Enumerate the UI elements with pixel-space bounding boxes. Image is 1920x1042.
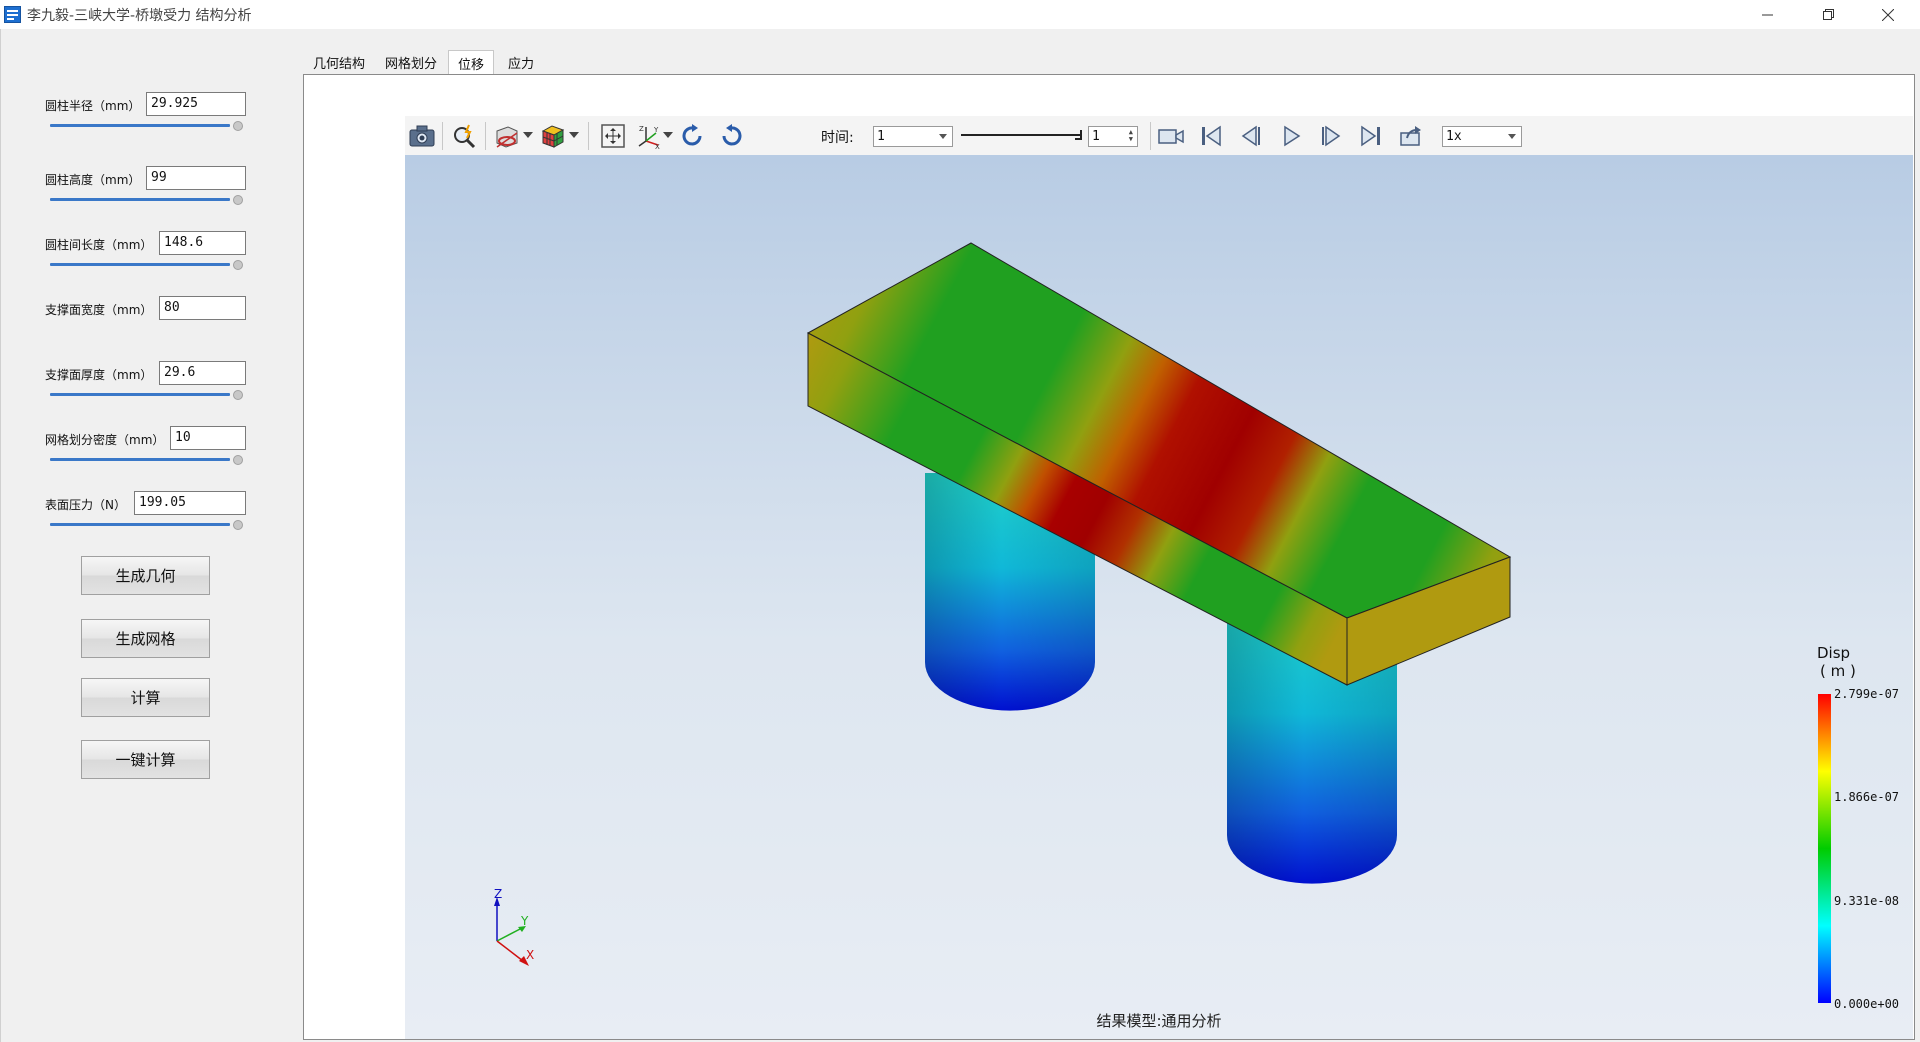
colorbar-gradient	[1818, 694, 1831, 1003]
surface-pressure-slider[interactable]	[50, 518, 243, 532]
minimize-icon	[1762, 14, 1773, 15]
slider-handle[interactable]	[233, 520, 243, 530]
title-bar: 李九毅-三峡大学-桥墩受力 结构分析	[0, 0, 1920, 29]
color-map-icon[interactable]	[539, 122, 567, 150]
frame-spinbox[interactable]: 1 ▲ ▼	[1088, 126, 1138, 147]
column-spacing-slider[interactable]	[50, 258, 243, 272]
record-video-icon[interactable]	[1157, 122, 1185, 150]
rotate-cw-icon[interactable]	[679, 122, 707, 150]
slider-handle[interactable]	[233, 390, 243, 400]
color-map-dropdown-icon[interactable]	[569, 132, 579, 138]
colorbar-tick-min: 0.000e+00	[1834, 997, 1900, 1011]
tab-displacement[interactable]: 位移	[448, 50, 494, 75]
fit-view-icon[interactable]	[599, 122, 627, 150]
displacement-model: Z Y X	[494, 242, 1831, 1003]
bridge-deck	[806, 242, 1512, 686]
colorbar-title: Disp	[1817, 644, 1851, 662]
compute-button[interactable]: 计算	[81, 678, 210, 717]
slider-handle[interactable]	[233, 260, 243, 270]
time-select-value: 1	[877, 129, 885, 144]
tab-mesh[interactable]: 网格划分	[380, 50, 442, 75]
param-label-deck-width: 支撑面宽度（mm）	[45, 303, 153, 317]
svg-text:Z: Z	[639, 125, 644, 133]
restore-icon	[1823, 8, 1834, 20]
next-frame-icon[interactable]	[1317, 122, 1345, 150]
slider-handle[interactable]	[233, 195, 243, 205]
mesh-density-input[interactable]: 10	[170, 426, 246, 450]
time-label: 时间:	[821, 130, 854, 146]
param-label-deck-thickness: 支撑面厚度（mm）	[45, 368, 153, 382]
one-click-compute-button[interactable]: 一键计算	[81, 740, 210, 779]
playback-speed-select[interactable]: 1x	[1442, 126, 1522, 147]
tab-geometry[interactable]: 几何结构	[308, 50, 370, 75]
spin-arrows-icon[interactable]: ▲ ▼	[1129, 129, 1133, 143]
param-label-column-radius: 圆柱半径（mm）	[45, 99, 141, 113]
axes-icon[interactable]: Z Y X	[635, 122, 663, 150]
surface-pressure-input[interactable]: 199.05	[134, 491, 246, 515]
param-label-mesh-density: 网格划分密度（mm）	[45, 433, 165, 447]
svg-text:X: X	[655, 143, 660, 149]
time-select[interactable]: 1	[873, 126, 953, 147]
restore-button[interactable]	[1806, 0, 1852, 29]
3d-viewport[interactable]: Z Y X Disp ( m ) 2.799e-07 1.866e-07 9.3…	[405, 155, 1913, 1039]
generate-mesh-button[interactable]: 生成网格	[81, 619, 210, 658]
close-icon	[1882, 8, 1894, 21]
camera-icon[interactable]	[408, 122, 436, 150]
play-icon[interactable]	[1277, 122, 1305, 150]
column-spacing-input[interactable]: 148.6	[159, 231, 246, 255]
deck-thickness-slider[interactable]	[50, 388, 243, 402]
playback-speed-value: 1x	[1446, 129, 1462, 144]
close-button[interactable]	[1865, 0, 1911, 29]
generate-geometry-button[interactable]: 生成几何	[81, 556, 210, 595]
time-slider[interactable]	[961, 128, 1086, 144]
param-label-column-height: 圆柱高度（mm）	[45, 173, 141, 187]
colorbar-tick-max: 2.799e-07	[1834, 687, 1900, 701]
column-radius-slider[interactable]	[50, 119, 243, 133]
colorbar-unit: ( m )	[1820, 662, 1856, 680]
axis-z-label: Z	[494, 887, 502, 901]
prev-frame-icon[interactable]	[1237, 122, 1265, 150]
clip-dropdown-icon[interactable]	[523, 132, 533, 138]
time-slider-handle[interactable]	[1075, 130, 1082, 140]
column-height-input[interactable]: 99	[146, 166, 246, 190]
export-icon[interactable]	[1397, 122, 1425, 150]
minimize-button[interactable]	[1745, 0, 1791, 29]
column-radius-input[interactable]: 29.925	[146, 92, 246, 116]
viewer-toolbar: Z Y X 时间: 1 1 ▲ ▼ 1x	[405, 116, 1913, 156]
clip-plane-icon[interactable]	[493, 122, 521, 150]
frame-spinbox-value: 1	[1092, 129, 1100, 144]
chevron-down-icon	[939, 134, 947, 139]
chevron-down-icon	[1508, 134, 1516, 139]
param-label-column-spacing: 圆柱间长度（mm）	[45, 238, 153, 252]
mesh-density-slider[interactable]	[50, 453, 243, 467]
rotate-ccw-icon[interactable]	[717, 122, 745, 150]
colorbar-tick-2: 1.866e-07	[1834, 790, 1900, 804]
app-icon	[4, 6, 21, 23]
svg-text:Y: Y	[653, 126, 659, 134]
axis-x-label: X	[526, 948, 534, 962]
param-label-surface-pressure: 表面压力（N）	[45, 498, 126, 512]
axis-triad: Z Y X	[494, 887, 534, 966]
tab-stress[interactable]: 应力	[500, 50, 542, 75]
last-frame-icon[interactable]	[1357, 122, 1385, 150]
column-height-slider[interactable]	[50, 193, 243, 207]
colorbar-tick-3: 9.331e-08	[1834, 894, 1900, 908]
window-title: 李九毅-三峡大学-桥墩受力 结构分析	[27, 8, 252, 24]
result-model-caption: 结果模型:通用分析	[1096, 1012, 1222, 1030]
deck-width-input[interactable]: 80	[159, 296, 246, 320]
axes-dropdown-icon[interactable]	[663, 132, 673, 138]
slider-handle[interactable]	[233, 455, 243, 465]
slider-handle[interactable]	[233, 121, 243, 131]
probe-icon[interactable]	[451, 122, 479, 150]
first-frame-icon[interactable]	[1197, 122, 1225, 150]
deck-thickness-input[interactable]: 29.6	[159, 361, 246, 385]
parameter-panel: 圆柱半径（mm） 29.925 圆柱高度（mm） 99 圆柱间长度（mm） 14…	[0, 29, 303, 1042]
axis-y-label: Y	[520, 914, 529, 928]
